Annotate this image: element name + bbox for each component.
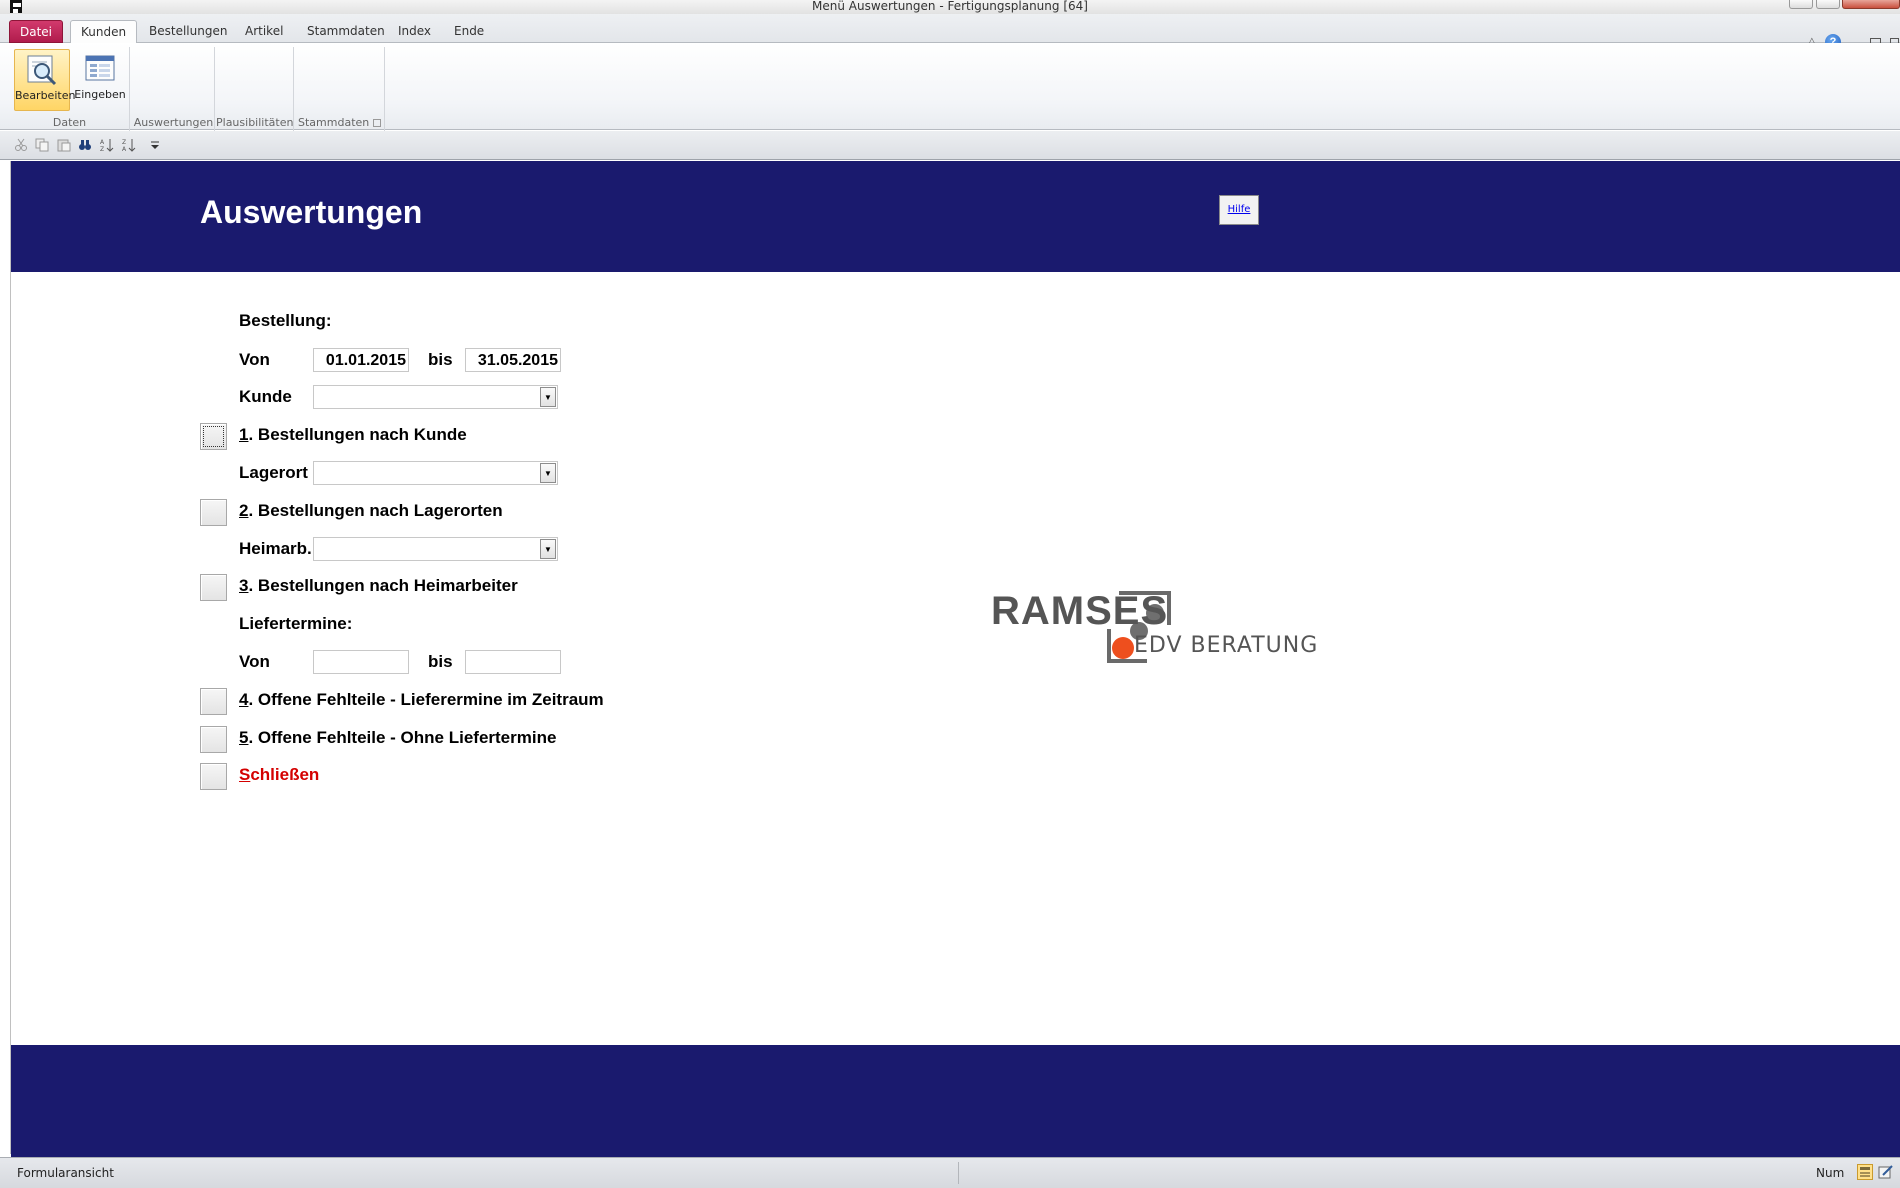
report1-label: 1. Bestellungen nach Kunde xyxy=(239,425,467,445)
lagerort-label: Lagerort xyxy=(239,463,308,482)
dropdown-arrow-icon[interactable]: ▼ xyxy=(540,463,556,483)
tab-kunden[interactable]: Kunden xyxy=(70,20,138,44)
hilfe-button[interactable]: Hilfe xyxy=(1219,195,1259,225)
logo-text-ramses: RAMSES xyxy=(991,589,1169,633)
tab-datei[interactable]: Datei xyxy=(9,20,64,43)
bestellung-heading: Bestellung: xyxy=(239,311,332,330)
report3-label: 3. Bestellungen nach Heimarbeiter xyxy=(239,576,518,596)
close-text: chließen xyxy=(250,765,320,784)
paste-icon[interactable] xyxy=(57,138,71,152)
form-title: Auswertungen xyxy=(200,194,423,230)
report4-label: 4. Offene Fehlteile - Lieferermine im Ze… xyxy=(239,690,604,710)
status-bar: Formularansicht Num xyxy=(0,1157,1900,1188)
close-form-button[interactable] xyxy=(200,763,227,790)
restore-button[interactable] xyxy=(1816,0,1840,9)
report3-text: . Bestellungen nach Heimarbeiter xyxy=(248,576,518,595)
form-entry-icon xyxy=(85,55,115,81)
report4-text: . Offene Fehlteile - Lieferermine im Zei… xyxy=(248,690,604,709)
bis-label: bis xyxy=(428,350,453,369)
close-form-label: Schließen xyxy=(239,765,319,785)
tab-index[interactable]: Index xyxy=(388,20,441,43)
ramses-logo: RAMSES EDV BERATUNG xyxy=(991,589,1331,684)
ribbon-panel: Bearbeiten Eingeben Daten Auswertungen P… xyxy=(0,43,1900,131)
eingeben-button[interactable]: Eingeben xyxy=(72,49,128,111)
report5-label: 5. Offene Fehlteile - Ohne Liefertermine xyxy=(239,728,556,748)
heimarb-combo[interactable]: ▼ xyxy=(313,537,558,561)
liefer-bis-field[interactable] xyxy=(465,650,561,674)
window-title: Menü Auswertungen - Fertigungsplanung [6… xyxy=(812,0,1088,13)
group-label-daten: Daten xyxy=(52,116,87,129)
cut-icon[interactable] xyxy=(14,138,28,152)
report5-button[interactable] xyxy=(200,726,227,753)
lagerort-combo[interactable]: ▼ xyxy=(313,461,558,485)
tab-ende[interactable]: Ende xyxy=(444,20,494,43)
report1-text: . Bestellungen nach Kunde xyxy=(248,425,467,444)
von-label: Von xyxy=(239,350,270,369)
dropdown-arrow-icon[interactable]: ▼ xyxy=(540,387,556,407)
form-view-icon[interactable] xyxy=(1857,1164,1873,1180)
minimize-button[interactable] xyxy=(1789,0,1813,9)
von-date-field[interactable]: 01.01.2015 xyxy=(313,348,409,372)
dropdown-arrow-icon[interactable]: ▼ xyxy=(540,539,556,559)
magnifier-form-icon xyxy=(27,55,57,86)
group-label-auswertungen: Auswertungen xyxy=(133,116,214,129)
sort-ascending-icon[interactable]: AZ xyxy=(100,138,114,152)
status-num-indicator: Num xyxy=(1816,1166,1845,1180)
auswertungen-form: Auswertungen Hilfe Bestellung: Von 01.01… xyxy=(10,161,1900,1157)
customize-toolbar-icon[interactable] xyxy=(148,138,162,152)
sort-descending-icon[interactable]: ZA xyxy=(122,138,136,152)
group-label-stammdaten: Stammdaten xyxy=(298,116,370,129)
liefertermine-heading: Liefertermine: xyxy=(239,614,353,633)
tab-bestellungen[interactable]: Bestellungen xyxy=(139,20,237,43)
report2-button[interactable] xyxy=(200,499,227,526)
report2-label: 2. Bestellungen nach Lagerorten xyxy=(239,501,503,521)
form-header: Auswertungen Hilfe xyxy=(11,161,1900,272)
svg-text:A: A xyxy=(100,139,105,146)
liefer-bis-label: bis xyxy=(428,652,453,671)
svg-text:Z: Z xyxy=(122,139,126,146)
heimarb-label: Heimarb. xyxy=(239,539,312,558)
tab-stammdaten[interactable]: Stammdaten xyxy=(297,20,395,43)
kunde-combo[interactable]: ▼ xyxy=(313,385,558,409)
logo-text-edv: EDV BERATUNG xyxy=(1134,633,1319,658)
copy-icon[interactable] xyxy=(35,138,49,152)
dialog-launcher-icon[interactable] xyxy=(373,119,381,127)
ribbon-group-daten: Bearbeiten Eingeben Daten xyxy=(10,47,130,131)
svg-text:Z: Z xyxy=(100,146,104,152)
svg-text:A: A xyxy=(122,146,127,152)
group-label-plausibilitaeten: Plausibilitäten xyxy=(216,116,294,129)
ribbon-tab-bar: Datei Kunden Bestellungen Artikel Stammd… xyxy=(0,14,1900,50)
close-hotkey: S xyxy=(239,765,251,784)
bearbeiten-button[interactable]: Bearbeiten xyxy=(14,49,76,111)
design-view-icon[interactable] xyxy=(1878,1164,1894,1180)
liefer-von-label: Von xyxy=(239,652,270,671)
report5-text: . Offene Fehlteile - Ohne Liefertermine xyxy=(248,728,557,747)
ribbon-group-stammdaten: Stammdaten xyxy=(295,47,385,131)
find-icon[interactable] xyxy=(78,138,92,152)
report4-button[interactable] xyxy=(200,688,227,715)
liefer-von-field[interactable] xyxy=(313,650,409,674)
report1-button[interactable] xyxy=(200,423,227,450)
tab-artikel[interactable]: Artikel xyxy=(235,20,293,43)
window-title-bar: Menü Auswertungen - Fertigungsplanung [6… xyxy=(0,0,1900,14)
status-view-name: Formularansicht xyxy=(17,1166,114,1180)
quick-access-toolbar: AZ ZA xyxy=(0,131,1900,160)
bis-date-field[interactable]: 31.05.2015 xyxy=(465,348,561,372)
ribbon-group-auswertungen: Auswertungen xyxy=(133,47,215,131)
status-divider xyxy=(958,1162,959,1184)
report3-button[interactable] xyxy=(200,574,227,601)
close-window-button[interactable] xyxy=(1842,0,1900,9)
bearbeiten-label: Bearbeiten xyxy=(15,89,76,102)
report2-text: . Bestellungen nach Lagerorten xyxy=(248,501,503,520)
eingeben-label: Eingeben xyxy=(74,88,126,101)
form-footer xyxy=(11,1045,1900,1157)
kunde-label: Kunde xyxy=(239,387,292,406)
ribbon-group-plausibilitaeten: Plausibilitäten xyxy=(216,47,294,131)
